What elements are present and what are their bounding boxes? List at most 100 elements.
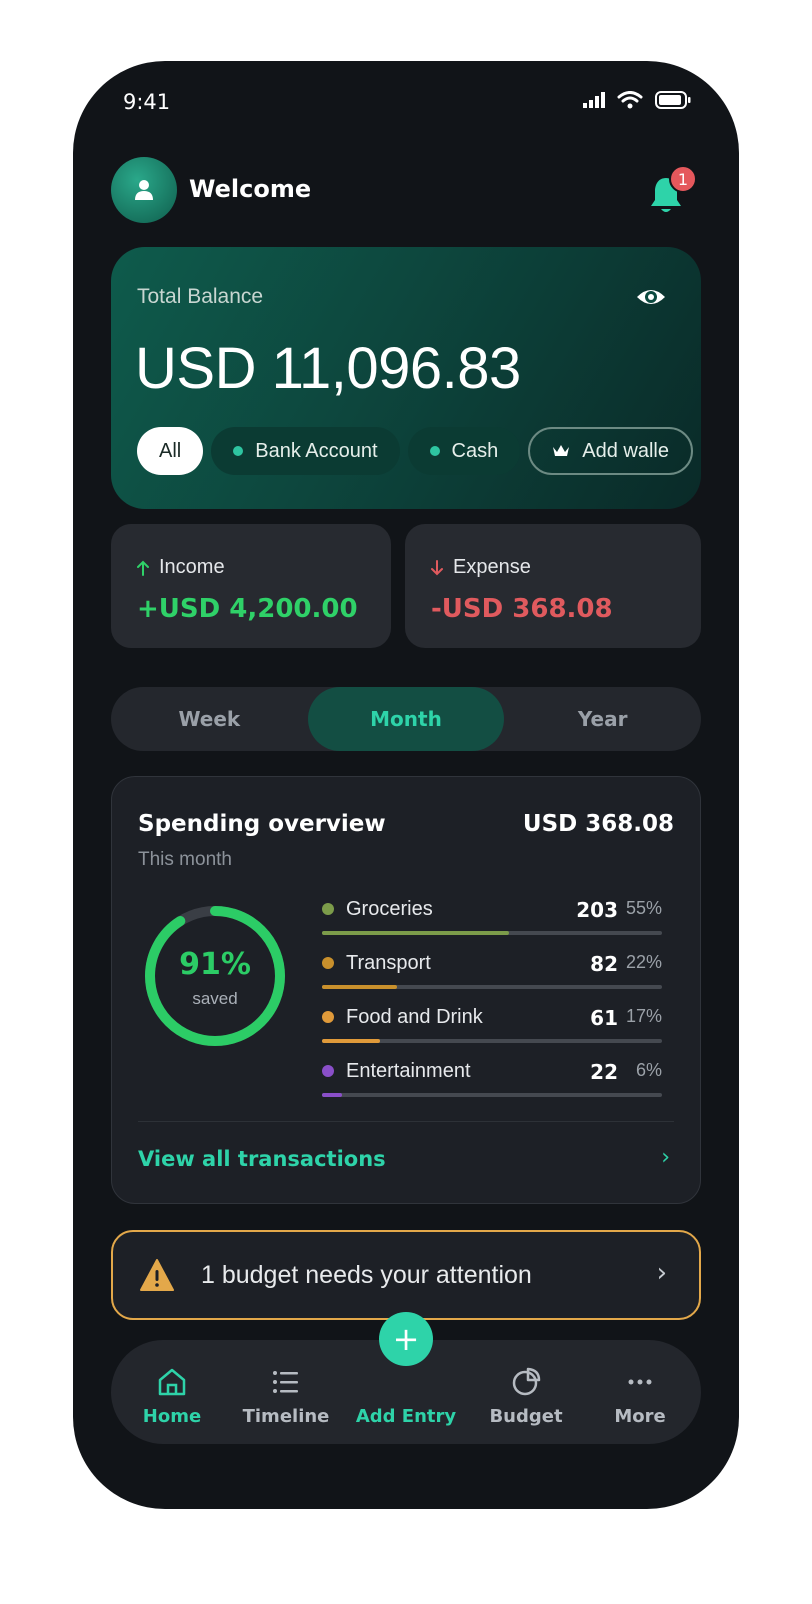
category-row[interactable]: Food and Drink 61 17% <box>322 1005 662 1059</box>
category-row[interactable]: Transport 82 22% <box>322 951 662 1005</box>
bottom-nav: Home Timeline + Add Entry Budget More <box>111 1312 701 1444</box>
category-value: 203 <box>576 898 618 922</box>
income-value: +USD 4,200.00 <box>137 594 358 624</box>
expense-value: -USD 368.08 <box>431 594 613 624</box>
category-percent: 55% <box>625 898 662 918</box>
notification-badge: 1 <box>669 165 697 193</box>
nav-budget[interactable]: Budget <box>467 1340 585 1444</box>
warning-icon <box>140 1259 174 1291</box>
divider <box>138 1121 674 1122</box>
balance-label: Total Balance <box>137 285 264 308</box>
list-icon <box>273 1371 298 1393</box>
category-bar-track <box>322 931 662 935</box>
nav-more[interactable]: More <box>581 1340 699 1444</box>
user-icon <box>135 180 153 200</box>
spending-overview-card: Spending overview USD 368.08 This month … <box>111 776 701 1204</box>
category-list: Groceries 203 55% Transport 82 22% Food … <box>322 897 662 1113</box>
wallet-dot-icon <box>233 446 244 456</box>
view-all-transactions-link[interactable]: View all transactions <box>138 1147 386 1171</box>
wallet-chips: All Bank Account Cash Add walle <box>137 427 697 475</box>
category-value: 82 <box>590 952 618 976</box>
chevron-right-icon[interactable]: › <box>661 1145 670 1170</box>
category-percent: 22% <box>625 952 662 972</box>
category-name: Food and Drink <box>346 1006 483 1028</box>
status-icons <box>583 91 691 109</box>
income-card[interactable]: Income +USD 4,200.00 <box>111 524 391 648</box>
wallet-chip-label: All <box>159 439 182 462</box>
notification-button[interactable]: 1 <box>649 165 697 217</box>
nav-label: Add Entry <box>355 1406 457 1427</box>
balance-amount: USD 11,096.83 <box>135 336 521 401</box>
category-bar-track <box>322 985 662 989</box>
expense-card[interactable]: Expense -USD 368.08 <box>405 524 701 648</box>
category-value: 22 <box>590 1060 618 1084</box>
wallet-chip-all[interactable]: All <box>137 427 204 475</box>
nav-label: Budget <box>489 1406 563 1427</box>
category-bar-fill <box>322 985 397 989</box>
category-dot <box>322 1011 334 1023</box>
nav-label: Timeline <box>242 1406 330 1427</box>
period-tabs: Week Month Year <box>111 687 701 751</box>
pie-icon <box>512 1367 541 1396</box>
nav-label: More <box>614 1406 666 1427</box>
category-percent: 17% <box>625 1006 662 1026</box>
tab-year[interactable]: Year <box>504 687 701 751</box>
spending-total: USD 368.08 <box>522 811 674 837</box>
nav-home[interactable]: Home <box>113 1340 231 1444</box>
signal-icon <box>583 92 605 108</box>
nav-label: Home <box>142 1406 202 1427</box>
savings-percent: 91% <box>179 947 251 982</box>
category-name: Entertainment <box>346 1060 471 1082</box>
budget-alert-banner[interactable]: 1 budget needs your attention › <box>111 1230 701 1320</box>
phone-screen: 9:41 Welcome 1 Total Balance USD 11,096.… <box>73 61 739 1509</box>
status-time: 9:41 <box>123 90 171 114</box>
category-value: 61 <box>590 1006 618 1030</box>
status-bar: 9:41 <box>73 61 739 151</box>
tab-month[interactable]: Month <box>307 687 505 751</box>
wallet-chip-cash[interactable]: Cash <box>407 427 521 475</box>
chevron-right-icon: › <box>656 1258 667 1288</box>
wallet-chip-bank-account[interactable]: Bank Account <box>211 427 400 475</box>
eye-icon[interactable] <box>635 281 667 313</box>
arrow-up-icon <box>137 560 149 576</box>
category-bar-fill <box>322 931 509 935</box>
battery-icon <box>655 91 691 109</box>
tab-week[interactable]: Week <box>111 687 308 751</box>
category-bar-fill <box>322 1093 343 1097</box>
wifi-icon <box>617 91 643 109</box>
income-label: Income <box>159 556 225 578</box>
category-dot <box>322 903 334 915</box>
category-name: Transport <box>346 952 431 974</box>
balance-card: Total Balance USD 11,096.83 All Bank Acc… <box>111 247 701 509</box>
add-wallet-button[interactable]: Add walle <box>528 427 693 475</box>
category-dot <box>322 957 334 969</box>
savings-label: saved <box>192 989 238 1008</box>
category-dot <box>322 1065 334 1077</box>
arrow-down-icon <box>431 559 443 575</box>
spending-subtitle: This month <box>138 849 232 870</box>
crown-icon <box>553 445 570 456</box>
avatar[interactable] <box>111 157 177 223</box>
income-label-row: Income <box>137 556 225 579</box>
alert-text: 1 budget needs your attention <box>201 1261 532 1289</box>
nav-timeline[interactable]: Timeline <box>227 1340 345 1444</box>
more-icon <box>628 1379 652 1385</box>
wallet-dot-icon <box>429 446 440 456</box>
add-wallet-label: Add walle <box>582 439 669 462</box>
category-bar-fill <box>322 1039 380 1043</box>
expense-label-row: Expense <box>431 556 531 579</box>
wallet-chip-label: Cash <box>451 439 499 462</box>
category-percent: 6% <box>635 1060 662 1080</box>
spending-title: Spending overview <box>138 811 386 837</box>
category-row[interactable]: Entertainment 22 6% <box>322 1059 662 1113</box>
plus-icon[interactable]: + <box>379 1312 433 1366</box>
category-bar-track <box>322 1039 662 1043</box>
expense-label: Expense <box>453 556 531 578</box>
category-name: Groceries <box>346 898 433 920</box>
category-row[interactable]: Groceries 203 55% <box>322 897 662 951</box>
welcome-text: Welcome <box>189 175 312 203</box>
category-bar-track <box>322 1093 662 1097</box>
nav-add-entry[interactable]: + Add Entry <box>347 1312 465 1444</box>
home-icon <box>158 1368 186 1396</box>
header: Welcome 1 <box>111 157 701 223</box>
